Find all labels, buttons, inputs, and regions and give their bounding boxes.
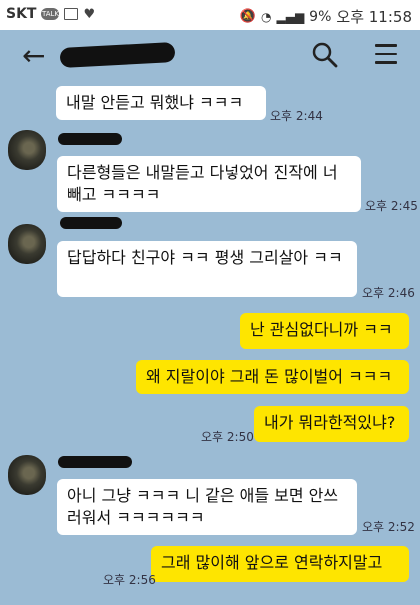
my-message-bubble[interactable]: 왜 지랄이야 그래 돈 많이벌어 ㅋㅋㅋ [136,360,409,394]
message-bubble[interactable]: 내말 안듣고 뭐했냐 ㅋㅋㅋ [56,86,266,120]
chat-title-redacted [59,42,176,68]
carrier-label: SKT [6,6,37,22]
message-time: 오후 2:56 [103,573,156,587]
message-bubble[interactable]: 다른형들은 내말듣고 다넣었어 진작에 너 빼고 ㅋㅋㅋㅋ [57,156,361,212]
back-arrow-icon[interactable]: ← [22,42,45,70]
sender-name-redacted [58,133,122,145]
message-bubble[interactable]: 답답하다 친구야 ㅋㅋ 평생 그리살아 ㅋㅋ [57,241,357,297]
signal-icon: ▂▄▆ [276,9,305,24]
message-time: 오후 2:44 [270,109,323,123]
mute-icon: 🔕 [239,9,256,24]
chat-header: ← [0,30,420,82]
status-bar: SKT TALK ♥ 🔕 ◔ ▂▄▆ 9% 오후 11:58 [0,0,420,30]
search-icon[interactable] [310,40,340,70]
image-notification-icon [64,8,79,20]
menu-icon[interactable] [375,44,397,64]
sender-name-redacted [60,217,122,229]
my-message-bubble[interactable]: 난 관심없다니까 ㅋㅋ [240,313,409,349]
sender-name-redacted [58,456,132,468]
my-message-bubble[interactable]: 내가 뭐라한적있냐? [254,406,409,442]
message-time: 오후 2:50 [201,430,254,444]
message-bubble[interactable]: 아니 그냥 ㅋㅋㅋ 니 같은 애들 보면 안쓰러워서 ㅋㅋㅋㅋㅋㅋ [57,479,357,535]
heart-icon: ♥ [83,6,96,22]
my-message-bubble[interactable]: 그래 많이해 앞으로 연락하지말고 [151,546,409,582]
message-time: 오후 2:52 [362,520,415,534]
message-time: 오후 2:46 [362,286,415,300]
avatar[interactable] [8,224,46,264]
status-time: 오후 11:58 [336,8,412,26]
battery-level: 9% [309,8,332,25]
kakaotalk-notification-icon: TALK [41,8,60,20]
message-time: 오후 2:45 [365,199,418,213]
wifi-icon: ◔ [261,9,272,24]
avatar[interactable] [8,455,46,495]
avatar[interactable] [8,130,46,170]
